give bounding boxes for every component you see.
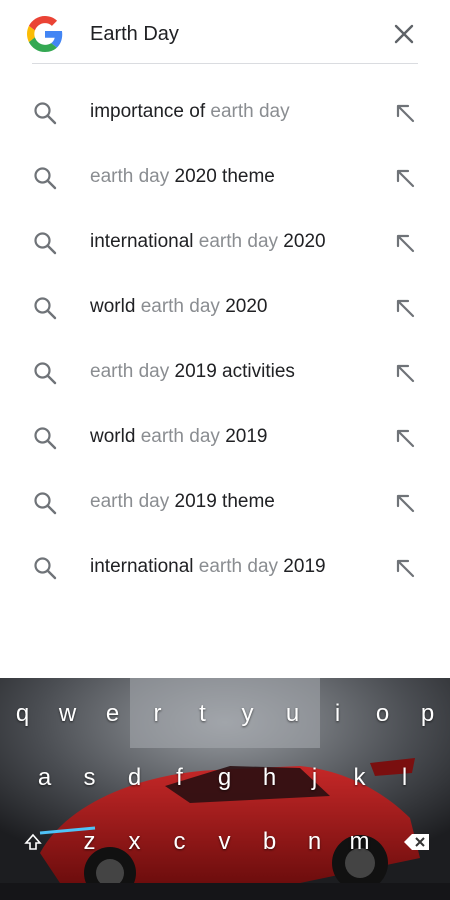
key-p[interactable]: p	[405, 686, 450, 742]
search-icon	[34, 427, 57, 450]
fill-query-arrow-icon[interactable]	[392, 100, 418, 126]
key-l[interactable]: l	[382, 750, 427, 806]
search-bar[interactable]: Earth Day	[0, 0, 450, 64]
suggestion-item[interactable]: world earth day 2019	[0, 405, 450, 470]
key-s[interactable]: s	[67, 750, 112, 806]
suggestion-text: international earth day 2019	[90, 556, 326, 578]
key-o[interactable]: o	[360, 686, 405, 742]
search-icon	[34, 297, 57, 320]
suggestion-text: world earth day 2020	[90, 296, 267, 318]
suggestion-completion-part: 2020	[278, 231, 326, 252]
backspace-icon	[404, 834, 429, 850]
key-z[interactable]: z	[67, 814, 112, 870]
search-icon	[34, 232, 57, 255]
suggestion-list: importance of earth day earth day 2020 th…	[0, 80, 450, 600]
key-k[interactable]: k	[337, 750, 382, 806]
suggestion-completion-part: 2019 activities	[169, 361, 295, 382]
close-icon[interactable]	[386, 16, 422, 52]
search-icon	[34, 102, 57, 125]
suggestion-typed-part: earth day	[90, 361, 170, 382]
key-r[interactable]: r	[135, 686, 180, 742]
suggestion-text: earth day 2019 activities	[90, 361, 295, 383]
suggestion-completion-part: international	[90, 231, 199, 252]
search-divider	[32, 63, 418, 64]
suggestion-item[interactable]: international earth day 2020	[0, 210, 450, 275]
search-icon	[34, 557, 57, 580]
key-i[interactable]: i	[315, 686, 360, 742]
key-q[interactable]: q	[0, 686, 45, 742]
fill-query-arrow-icon[interactable]	[392, 425, 418, 451]
suggestion-item[interactable]: importance of earth day	[0, 80, 450, 145]
suggestion-text: world earth day 2019	[90, 426, 267, 448]
suggestion-item[interactable]: earth day 2019 theme	[0, 470, 450, 535]
suggestion-typed-part: earth day	[140, 296, 220, 317]
suggestion-completion-part: 2020	[219, 296, 268, 317]
suggestion-item[interactable]: international earth day 2019	[0, 535, 450, 600]
suggestion-typed-part: earth day	[198, 556, 279, 577]
shift-key[interactable]	[0, 814, 66, 870]
fill-query-arrow-icon[interactable]	[392, 230, 418, 256]
key-a[interactable]: a	[22, 750, 67, 806]
suggestion-completion-part: importance of	[90, 101, 211, 122]
key-w[interactable]: w	[45, 686, 90, 742]
suggestion-item[interactable]: earth day 2020 theme	[0, 145, 450, 210]
suggestion-item[interactable]: earth day 2019 activities	[0, 340, 450, 405]
fill-query-arrow-icon[interactable]	[392, 165, 418, 191]
suggestion-completion-part: 2019 theme	[169, 491, 275, 512]
key-y[interactable]: y	[225, 686, 270, 742]
soft-keyboard: qwertyuiop asdfghjkl zxcvbnm	[0, 678, 450, 900]
suggestion-completion-part: international	[90, 556, 199, 577]
suggestion-text: importance of earth day	[90, 101, 290, 123]
suggestion-completion-part: 2019	[219, 426, 268, 447]
key-u[interactable]: u	[270, 686, 315, 742]
search-icon	[34, 362, 57, 385]
search-icon	[34, 167, 57, 190]
suggestion-typed-part: earth day	[90, 491, 170, 512]
search-icon	[34, 492, 57, 515]
key-t[interactable]: t	[180, 686, 225, 742]
suggestion-completion-part: 2019	[278, 556, 326, 577]
suggestion-text: earth day 2019 theme	[90, 491, 275, 513]
suggestion-completion-part: world	[90, 426, 141, 447]
key-v[interactable]: v	[202, 814, 247, 870]
suggestion-completion-part: 2020 theme	[169, 166, 275, 187]
suggestion-typed-part: earth day	[198, 231, 279, 252]
suggestion-typed-part: earth day	[210, 101, 290, 122]
fill-query-arrow-icon[interactable]	[392, 555, 418, 581]
suggestion-typed-part: earth day	[140, 426, 220, 447]
suggestion-completion-part: world	[90, 296, 141, 317]
key-x[interactable]: x	[112, 814, 157, 870]
fill-query-arrow-icon[interactable]	[392, 360, 418, 386]
key-e[interactable]: e	[90, 686, 135, 742]
fill-query-arrow-icon[interactable]	[392, 490, 418, 516]
key-g[interactable]: g	[202, 750, 247, 806]
fill-query-arrow-icon[interactable]	[392, 295, 418, 321]
suggestion-item[interactable]: world earth day 2020	[0, 275, 450, 340]
suggestion-text: earth day 2020 theme	[90, 166, 275, 188]
key-d[interactable]: d	[112, 750, 157, 806]
key-c[interactable]: c	[157, 814, 202, 870]
suggestion-typed-part: earth day	[90, 166, 170, 187]
backspace-key[interactable]	[384, 814, 450, 870]
key-j[interactable]: j	[292, 750, 337, 806]
google-g-icon	[27, 16, 63, 52]
key-m[interactable]: m	[337, 814, 382, 870]
key-b[interactable]: b	[247, 814, 292, 870]
key-f[interactable]: f	[157, 750, 202, 806]
shift-icon	[24, 833, 42, 850]
key-n[interactable]: n	[292, 814, 337, 870]
key-h[interactable]: h	[247, 750, 292, 806]
suggestion-text: international earth day 2020	[90, 231, 326, 253]
search-query-text[interactable]: Earth Day	[90, 23, 179, 46]
